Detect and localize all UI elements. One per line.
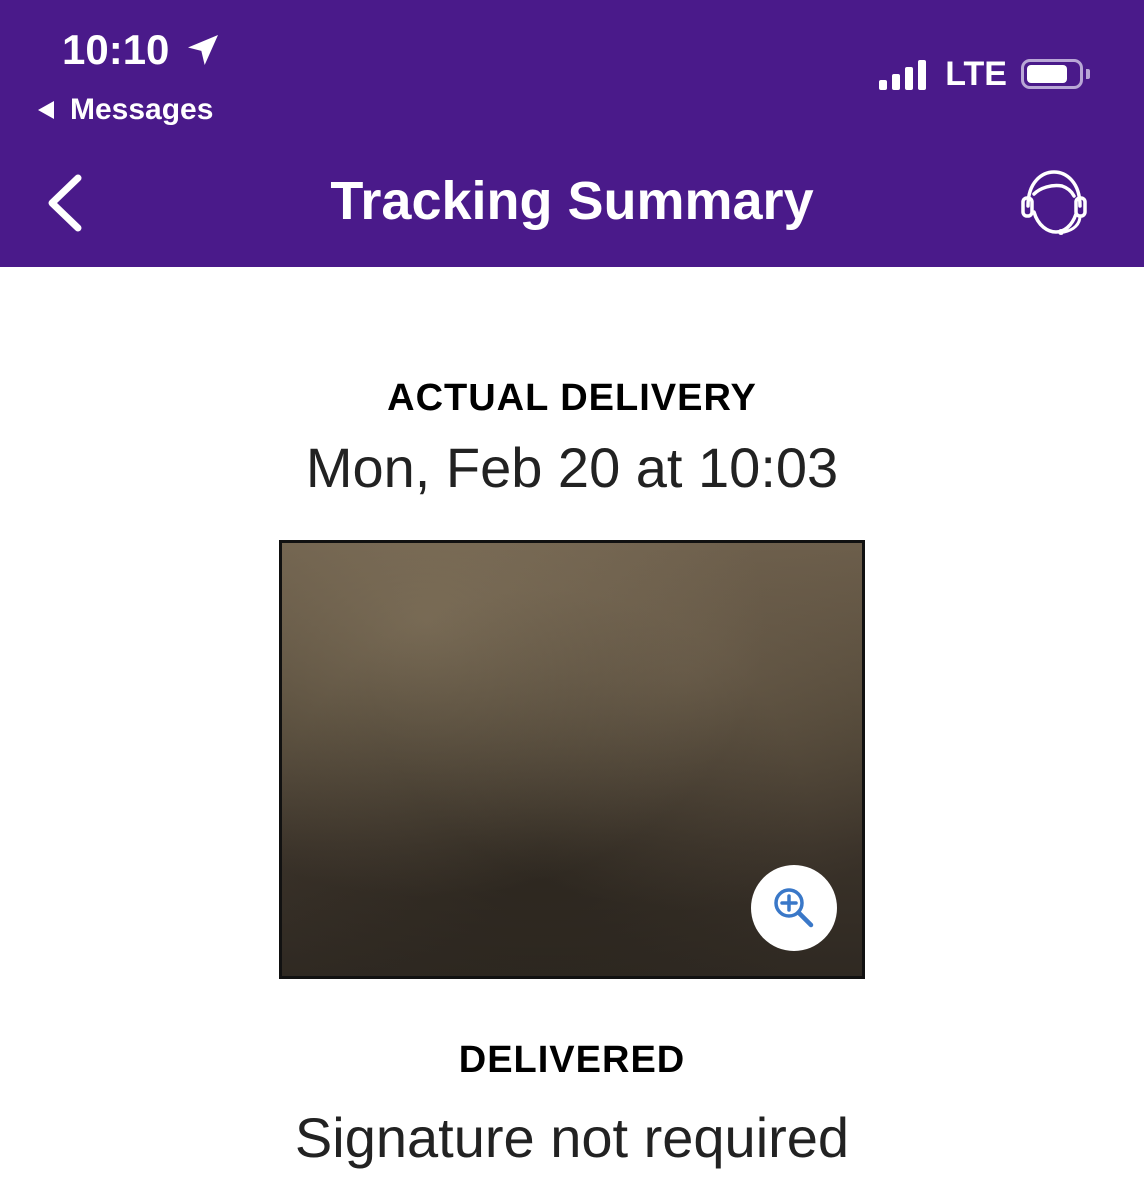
battery-icon xyxy=(1021,59,1083,89)
location-arrow-icon xyxy=(188,35,219,65)
cellular-signal-icon xyxy=(879,58,931,90)
page-title: Tracking Summary xyxy=(330,171,814,231)
delivery-date: Mon, Feb 20 at 10:03 xyxy=(305,436,839,499)
back-app-label: Messages xyxy=(70,93,214,126)
app-header: 10:10 Messages LTE Tracking Summary xyxy=(0,0,1144,267)
zoom-in-icon xyxy=(774,888,814,928)
customer-support-icon[interactable] xyxy=(1016,164,1092,240)
network-type: LTE xyxy=(945,54,1007,93)
back-to-messages-link[interactable]: Messages xyxy=(38,90,213,130)
delivery-photo[interactable] xyxy=(279,540,865,979)
time-text: 10:10 xyxy=(62,26,170,73)
status-bar-time: 10:10 xyxy=(62,24,223,76)
back-triangle-icon xyxy=(38,101,54,119)
battery-cap xyxy=(1086,69,1090,79)
delivered-status-label: DELIVERED xyxy=(458,1039,686,1081)
signature-status: Signature not required xyxy=(294,1106,850,1169)
actual-delivery-label: ACTUAL DELIVERY xyxy=(387,377,757,419)
status-bar-indicators: LTE xyxy=(879,52,1090,96)
zoom-button[interactable] xyxy=(751,865,837,951)
